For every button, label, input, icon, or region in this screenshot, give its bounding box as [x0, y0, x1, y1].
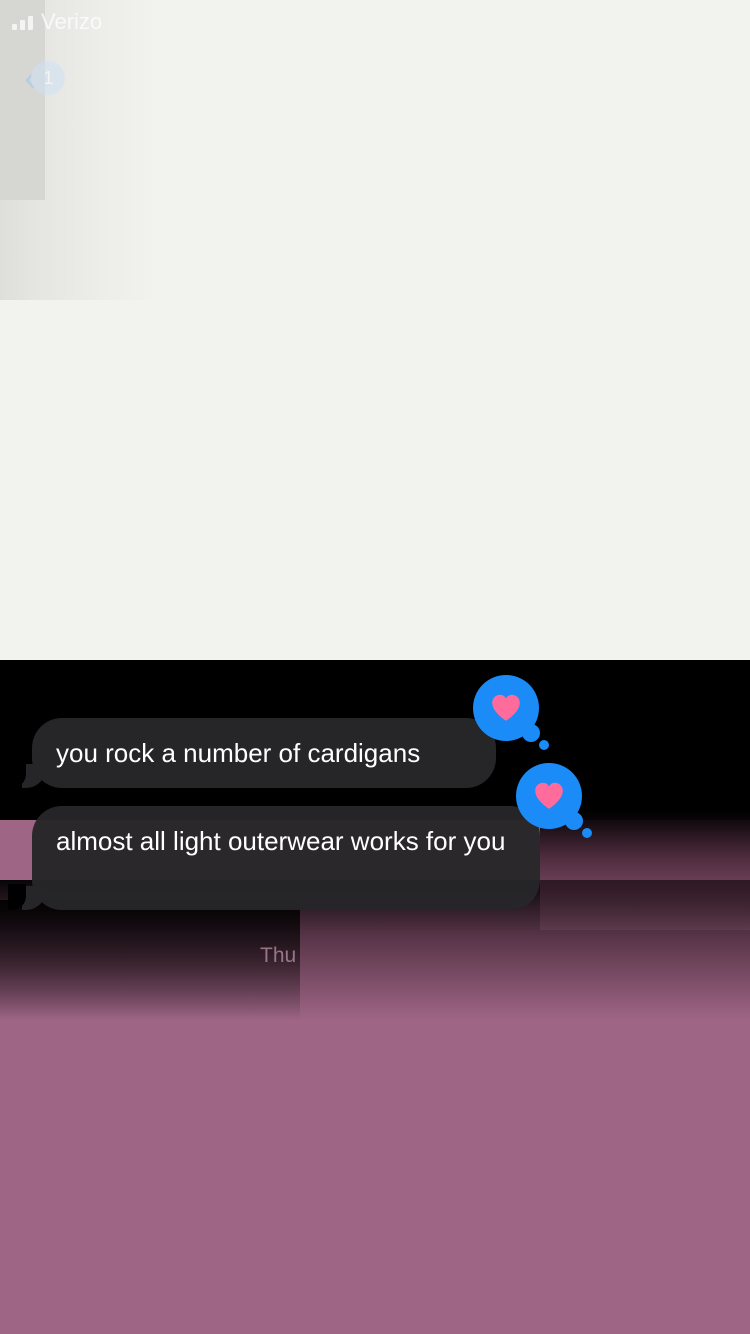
message-text: you rock a number of cardigans	[56, 738, 421, 768]
back-button[interactable]: ‹ 1	[24, 58, 66, 98]
status-bar: Verizo	[12, 8, 102, 36]
carrier-label: Verizo	[41, 9, 103, 34]
screen: Verizo ‹ 1 Thu you rock a number of card…	[0, 0, 750, 1334]
message-bubble[interactable]: almost all light outerwear works for you	[32, 806, 540, 910]
reaction-tail-dot	[582, 828, 592, 838]
heart-icon	[492, 694, 520, 721]
heart-reaction[interactable]	[473, 675, 539, 741]
message-bubble[interactable]: you rock a number of cardigans	[32, 718, 496, 788]
heart-reaction[interactable]	[516, 763, 582, 829]
message-text: almost all light outerwear works for you	[56, 826, 506, 856]
reaction-tail-dot	[539, 740, 549, 750]
background-top: Verizo ‹ 1	[0, 0, 750, 660]
overlay-fade-left	[0, 900, 300, 1020]
signal-strength-icon	[12, 14, 33, 30]
unread-badge: 1	[31, 61, 66, 95]
heart-icon	[535, 782, 563, 809]
date-separator: Thu	[260, 944, 297, 967]
